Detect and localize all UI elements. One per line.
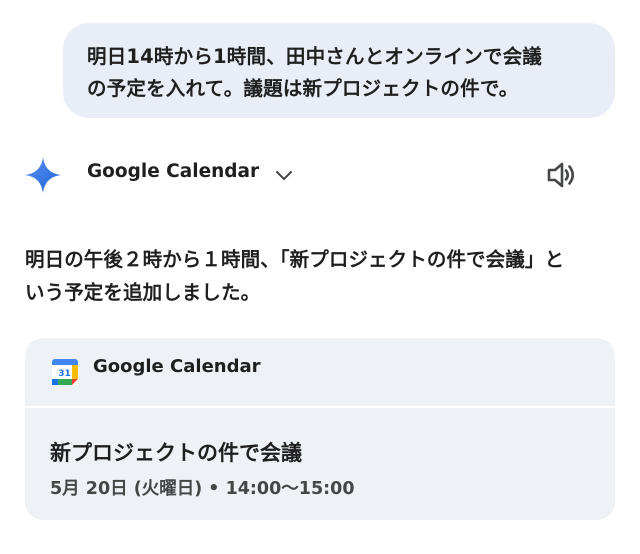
google-calendar-icon: 31 [52, 359, 78, 385]
card-header: 31 Google Calendar [25, 338, 615, 406]
response-line-1: 明日の午後２時から１時間、「新プロジェクトの件で会議」と [25, 248, 565, 271]
calendar-icon-date: 31 [58, 369, 71, 379]
event-title[interactable]: 新プロジェクトの件で会議 [50, 437, 302, 467]
card-divider [25, 406, 615, 408]
assistant-response-text: 明日の午後２時から１時間、「新プロジェクトの件で会議」と いう予定を追加しました… [25, 243, 610, 309]
calendar-event-card[interactable]: 31 Google Calendar 新プロジェクトの件で会議 5月 20日 (… [25, 338, 615, 520]
chevron-down-icon[interactable] [274, 165, 294, 185]
speaker-icon[interactable] [544, 158, 578, 192]
event-datetime: 5月 20日 (火曜日) • 14:00～15:00 [50, 479, 355, 499]
assistant-response-header: Google Calendar [24, 152, 594, 198]
user-message-line-1: 明日14時から1時間、田中さんとオンラインで会議 [87, 45, 543, 68]
card-app-name: Google Calendar [93, 356, 261, 377]
response-line-2: いう予定を追加しました。 [25, 281, 261, 304]
user-message-bubble: 明日14時から1時間、田中さんとオンラインで会議 の予定を入れて。議題は新プロジ… [63, 23, 615, 118]
user-message-line-2: の予定を入れて。議題は新プロジェクトの件で。 [87, 77, 519, 100]
sparkle-icon [24, 156, 62, 194]
source-name: Google Calendar [87, 161, 260, 182]
